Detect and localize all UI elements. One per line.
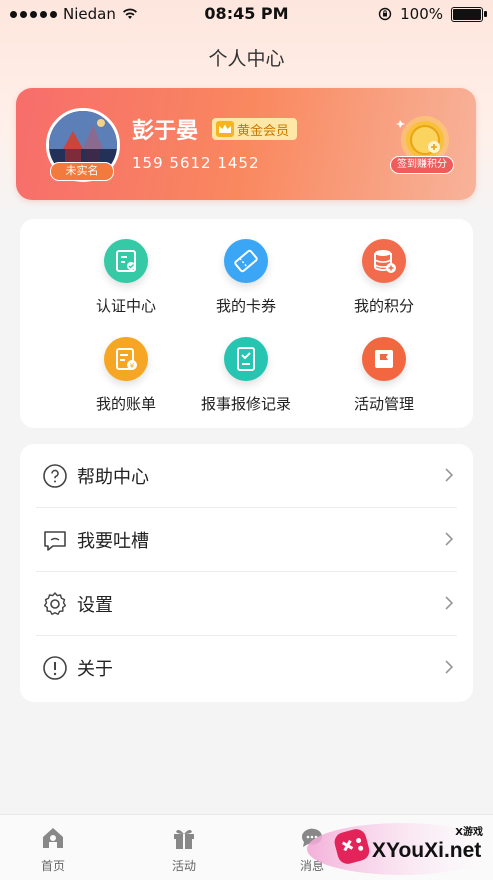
- grid-item-points[interactable]: 我的积分: [309, 239, 459, 329]
- feedback-message-icon: [44, 531, 66, 551]
- menu-item-label: 设置: [77, 595, 113, 616]
- grid-item-coupons[interactable]: 我的卡券: [171, 239, 321, 329]
- certificate-icon: [104, 239, 148, 283]
- grid-item-label: 报事报修记录: [200, 395, 291, 413]
- grid-item-label: 活动管理: [353, 395, 414, 413]
- tab-label: 首页: [40, 859, 65, 873]
- svg-text:¥: ¥: [130, 362, 135, 370]
- chevron-right-icon: [445, 660, 454, 674]
- menu-item-about[interactable]: 关于: [20, 636, 473, 700]
- info-icon: [43, 656, 67, 680]
- menu-item-label: 关于: [77, 659, 113, 680]
- tab-label: 活动: [171, 859, 196, 873]
- grid-item-label: 我的积分: [353, 297, 414, 315]
- unverified-badge: 未实名: [50, 162, 114, 181]
- grid-item-activity-management[interactable]: 活动管理: [309, 337, 459, 427]
- chevron-right-icon: [445, 532, 454, 546]
- repair-record-icon: [224, 337, 268, 381]
- grid-item-repair-records[interactable]: 报事报修记录: [171, 337, 321, 427]
- battery-percent: 100%: [400, 5, 443, 23]
- menu-item-settings[interactable]: 设置: [20, 572, 473, 636]
- help-icon: [43, 464, 67, 488]
- chevron-right-icon: [445, 468, 454, 482]
- home-icon: [43, 828, 63, 848]
- points-database-icon: [362, 239, 406, 283]
- menu-item-help[interactable]: 帮助中心: [20, 444, 473, 508]
- page-title: 个人中心: [208, 48, 285, 70]
- menu-item-label: 帮助中心: [77, 467, 149, 488]
- settings-menu-list: 帮助中心 我要吐槽 设置 关于: [20, 444, 473, 702]
- member-label: 黄金会员: [237, 123, 290, 139]
- menu-item-feedback[interactable]: 我要吐槽: [20, 508, 473, 572]
- watermark-small: X游戏: [455, 827, 483, 838]
- feature-grid-panel: 认证中心 我的卡券 我的积分 ¥ 我的账单 报事报修记录 活动管理: [20, 219, 473, 428]
- grid-item-label: 我的卡券: [215, 297, 276, 315]
- bill-icon: ¥: [104, 337, 148, 381]
- crown-icon: [216, 121, 234, 137]
- settings-gear-icon: [43, 592, 67, 615]
- battery-icon: [451, 6, 487, 22]
- chevron-right-icon: [445, 596, 454, 610]
- user-phone: 159 5612 1452: [132, 154, 260, 172]
- ticket-icon: [224, 239, 268, 283]
- status-right: 100%: [378, 5, 487, 23]
- menu-item-label: 我要吐槽: [77, 531, 149, 552]
- tab-activity[interactable]: 活动: [144, 825, 224, 874]
- tab-home[interactable]: 首页: [13, 825, 93, 874]
- status-bar: Niedan 08:45 PM 100%: [0, 0, 493, 30]
- activity-flag-icon: [362, 337, 406, 381]
- gift-icon: [174, 829, 194, 849]
- member-badge: 黄金会员: [212, 118, 298, 140]
- profile-card[interactable]: 未实名 彭于晏 黄金会员 159 5612 1452 签到赚积分: [16, 88, 476, 200]
- sign-in-button[interactable]: 签到赚积分: [390, 156, 454, 174]
- watermark-domain: XYouXi.net: [372, 839, 482, 862]
- user-name: 彭于晏: [132, 119, 199, 144]
- feature-grid: 认证中心 我的卡券 我的积分 ¥ 我的账单 报事报修记录 活动管理: [20, 219, 473, 428]
- rotation-lock-icon: [378, 7, 392, 21]
- watermark: X游戏 XYouXi.net: [302, 813, 493, 879]
